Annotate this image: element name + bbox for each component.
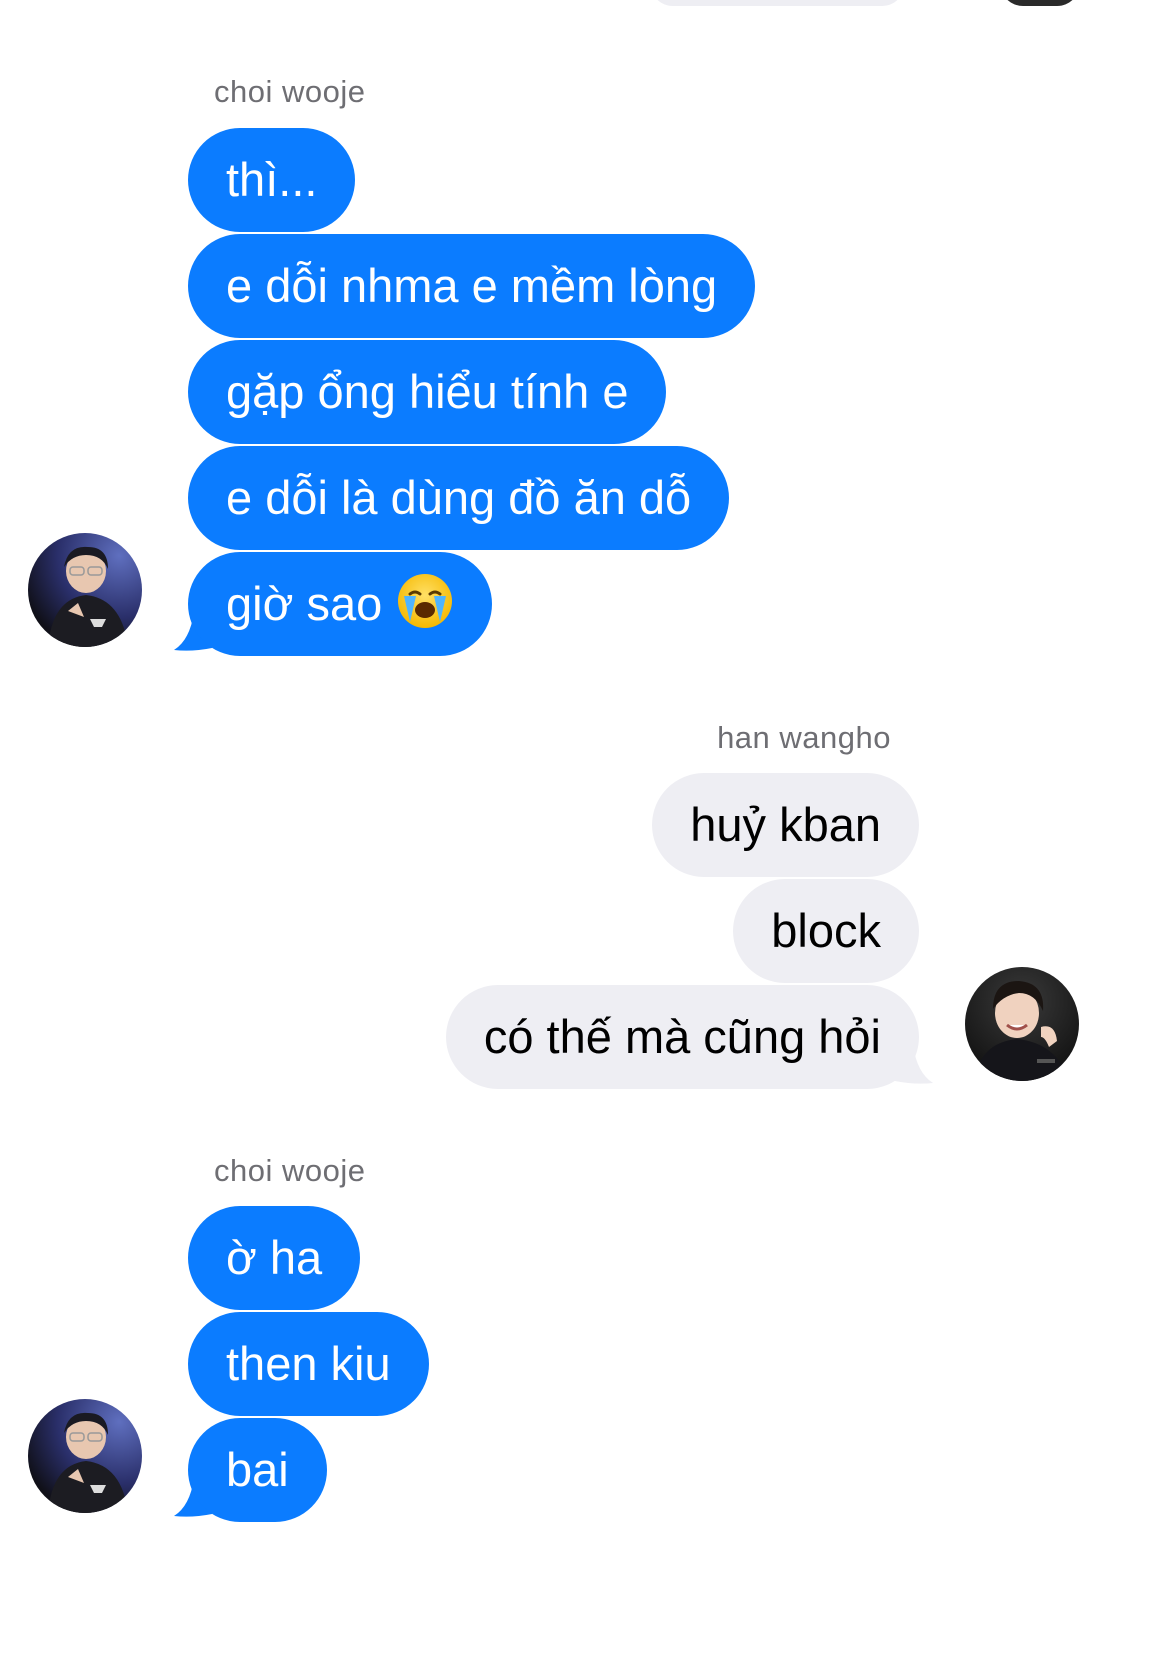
message-bubble[interactable]: huỷ kban bbox=[652, 773, 919, 877]
crying-face-emoji-icon bbox=[398, 574, 453, 628]
sender-name: han wangho bbox=[717, 720, 891, 755]
chat-thread: choi wooje thì... e dỗi nhma e mềm lòng … bbox=[0, 0, 1170, 1657]
message-bubble[interactable]: có thế mà cũng hỏi bbox=[445, 985, 919, 1089]
message-text: ờ ha bbox=[226, 1231, 323, 1284]
message-text: block bbox=[771, 904, 881, 957]
message-bubble[interactable]: thì... bbox=[188, 128, 356, 232]
message-text: giờ sao bbox=[226, 577, 383, 630]
message-text: bai bbox=[226, 1443, 289, 1496]
message-bubble[interactable]: e dỗi nhma e mềm lòng bbox=[188, 234, 756, 338]
sender-name: choi wooje bbox=[214, 1153, 366, 1188]
avatar-choi-wooje[interactable] bbox=[28, 533, 142, 647]
message-text: gặp ổng hiểu tính e bbox=[226, 365, 629, 418]
message-bubble[interactable]: e dỗi là dùng đồ ăn dỗ bbox=[188, 446, 730, 550]
previous-message-bubble[interactable] bbox=[650, 0, 905, 6]
message-text: e dỗi là dùng đồ ăn dỗ bbox=[226, 471, 692, 524]
message-bubble[interactable]: block bbox=[733, 879, 919, 983]
message-bubble[interactable]: gặp ổng hiểu tính e bbox=[188, 340, 667, 444]
message-text: thì... bbox=[226, 153, 318, 206]
message-text: có thế mà cũng hỏi bbox=[483, 1010, 881, 1063]
avatar-han-wangho[interactable] bbox=[965, 967, 1079, 1081]
message-bubble[interactable]: then kiu bbox=[188, 1312, 429, 1416]
message-bubble[interactable]: ờ ha bbox=[188, 1206, 361, 1310]
avatar-choi-wooje[interactable] bbox=[28, 1399, 142, 1513]
message-bubble[interactable]: giờ sao bbox=[188, 552, 493, 656]
message-text: huỷ kban bbox=[690, 798, 881, 851]
previous-avatar-fragment bbox=[1000, 0, 1080, 6]
sender-name: choi wooje bbox=[214, 74, 366, 109]
message-text: e dỗi nhma e mềm lòng bbox=[226, 259, 718, 312]
message-text: then kiu bbox=[226, 1337, 391, 1390]
message-bubble[interactable]: bai bbox=[188, 1418, 327, 1522]
